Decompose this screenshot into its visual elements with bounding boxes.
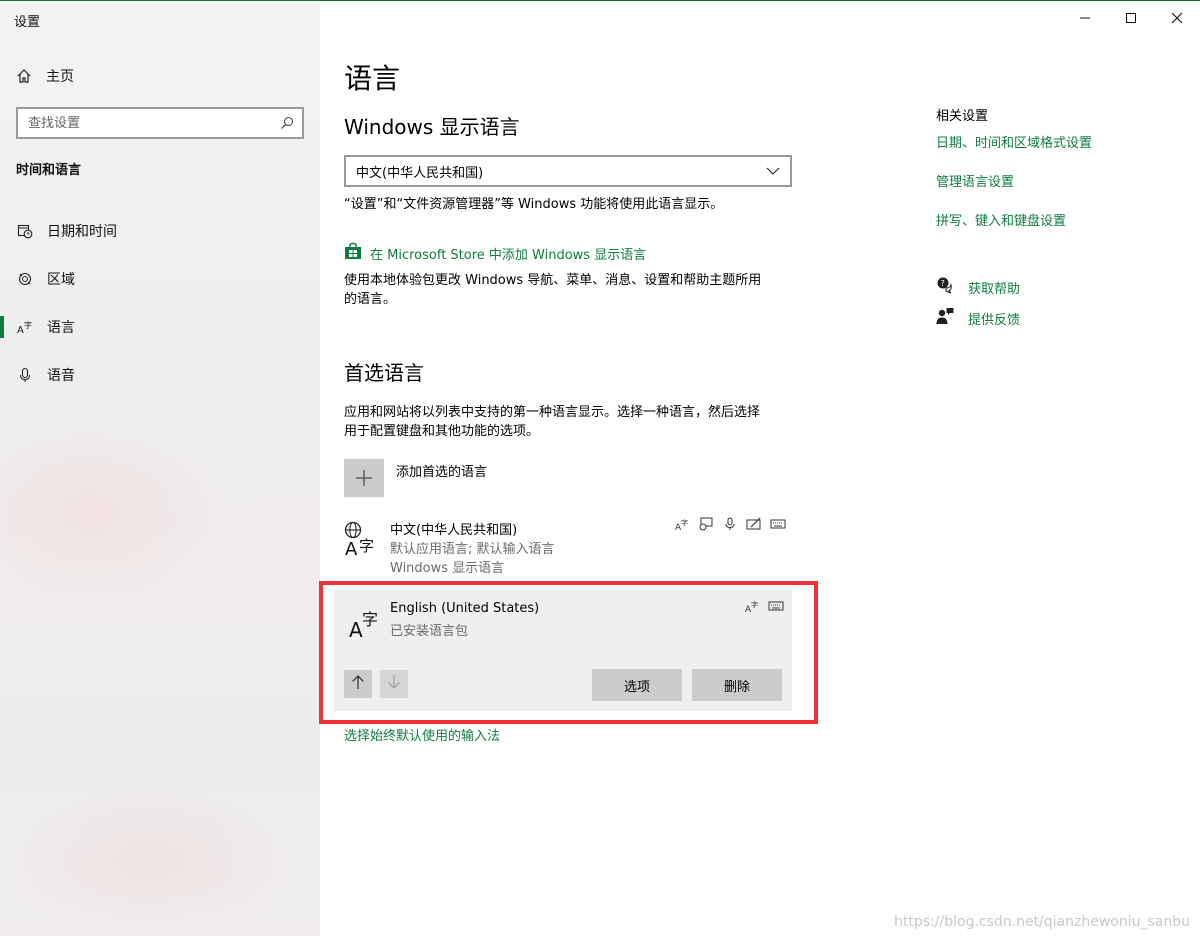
svg-text:A: A <box>349 618 363 639</box>
give-feedback-label: 提供反馈 <box>968 312 1021 328</box>
minimize-button[interactable] <box>1062 1 1108 35</box>
plus-icon <box>344 459 384 497</box>
give-feedback-link[interactable]: 提供反馈 <box>936 307 1020 329</box>
sidebar-item-date-time[interactable]: 日期和时间 <box>0 207 320 255</box>
svg-text:?: ? <box>941 279 945 288</box>
related-link-manage-language[interactable]: 管理语言设置 <box>936 171 1014 190</box>
svg-text:字: 字 <box>751 600 758 609</box>
sidebar: 设置 主页 时间和语言 日期和时间 <box>0 1 320 936</box>
move-up-button[interactable] <box>344 670 372 698</box>
options-button[interactable]: 选项 <box>592 669 682 701</box>
close-button[interactable] <box>1154 1 1200 35</box>
language-pack-icon: A字 <box>674 517 690 531</box>
feedback-person-icon <box>936 307 954 329</box>
sidebar-item-language[interactable]: A字 语言 <box>0 303 320 351</box>
language-detail: 默认应用语言; 默认输入语言 <box>390 542 555 557</box>
get-help-link[interactable]: ? 获取帮助 <box>936 276 1020 298</box>
display-language-description: “设置”和“文件资源管理器”等 Windows 功能将使用此语言显示。 <box>344 197 724 212</box>
store-description-line1: 使用本地体验包更改 Windows 导航、菜单、消息、设置和帮助主题所用 <box>344 273 762 288</box>
sidebar-item-label: 日期和时间 <box>47 224 117 240</box>
language-pack-icon: A字 <box>744 599 760 613</box>
speech-recognition-icon <box>722 517 738 531</box>
svg-text:A: A <box>345 539 358 557</box>
app-title: 设置 <box>14 15 41 30</box>
svg-text:A: A <box>17 325 24 335</box>
add-language-button[interactable]: 添加首选的语言 <box>344 459 487 497</box>
store-description-line2: 的语言。 <box>344 292 397 307</box>
home-nav-item[interactable]: 主页 <box>16 65 74 87</box>
related-settings-heading: 相关设置 <box>936 109 989 124</box>
svg-text:字: 字 <box>359 537 374 555</box>
display-language-heading: Windows 显示语言 <box>344 115 520 139</box>
text-to-speech-icon <box>698 517 714 531</box>
sidebar-item-region[interactable]: 区域 <box>0 255 320 303</box>
language-features: A字 <box>744 599 784 613</box>
language-detail: Windows 显示语言 <box>390 561 505 576</box>
microphone-icon <box>17 367 33 383</box>
get-help-label: 获取帮助 <box>968 281 1021 297</box>
svg-text:字: 字 <box>24 320 32 330</box>
calendar-clock-icon <box>17 223 33 239</box>
store-bag-icon <box>344 242 362 264</box>
home-icon <box>16 68 32 84</box>
sidebar-item-label: 区域 <box>47 272 75 288</box>
store-link[interactable]: 在 Microsoft Store 中添加 Windows 显示语言 <box>344 242 646 264</box>
arrow-down-icon <box>387 674 401 694</box>
list-item-language-en[interactable]: A 字 English (United States) 已安装语言包 A字 选项… <box>334 589 792 711</box>
add-language-label: 添加首选的语言 <box>396 465 488 480</box>
language-features: A字 <box>674 517 786 531</box>
preferred-description-line1: 应用和网站将以列表中支持的第一种语言显示。选择一种语言，然后选择 <box>344 405 761 420</box>
section-title: 时间和语言 <box>16 163 82 178</box>
keyboard-icon <box>768 599 784 613</box>
help-chat-icon: ? <box>936 276 954 298</box>
page-title: 语言 <box>344 62 401 95</box>
search-box[interactable] <box>16 107 304 139</box>
watermark: https://blog.csdn.net/qianzhewoniu_sanbu <box>894 914 1190 930</box>
move-down-button[interactable] <box>380 670 408 698</box>
home-label: 主页 <box>46 69 74 85</box>
arrow-up-icon <box>351 674 365 694</box>
display-language-icon: A 字 <box>344 521 380 560</box>
keyboard-icon <box>770 517 786 531</box>
search-icon[interactable] <box>280 116 294 130</box>
handwriting-icon <box>746 517 762 531</box>
chevron-down-icon <box>766 164 780 179</box>
svg-text:字: 字 <box>362 610 378 629</box>
preferred-language-heading: 首选语言 <box>344 361 424 385</box>
main-content: 语言 Windows 显示语言 中文(中华人民共和国) “设置”和“文件资源管理… <box>334 1 904 936</box>
language-icon: A字 <box>17 319 33 335</box>
globe-region-icon <box>17 271 33 287</box>
language-detail: 已安装语言包 <box>390 624 469 639</box>
language-name: 中文(中华人民共和国) <box>390 523 518 538</box>
preferred-description-line2: 用于配置键盘和其他功能的选项。 <box>344 424 540 439</box>
dropdown-value: 中文(中华人民共和国) <box>356 165 484 181</box>
maximize-button[interactable] <box>1108 1 1154 35</box>
store-link-label[interactable]: 在 Microsoft Store 中添加 Windows 显示语言 <box>370 244 646 263</box>
window-controls <box>1062 1 1200 35</box>
svg-text:字: 字 <box>681 518 688 527</box>
language-name: English (United States) <box>390 601 540 616</box>
language-icon: A 字 <box>348 603 384 642</box>
related-link-date-region-format[interactable]: 日期、时间和区域格式设置 <box>936 132 1092 151</box>
related-link-spelling-typing[interactable]: 拼写、键入和键盘设置 <box>936 210 1066 229</box>
search-input[interactable] <box>28 115 280 131</box>
sidebar-item-label: 语言 <box>47 320 75 336</box>
display-language-dropdown[interactable]: 中文(中华人民共和国) <box>344 155 792 187</box>
default-ime-link[interactable]: 选择始终默认使用的输入法 <box>344 727 500 746</box>
list-item-language-zh[interactable]: A 字 中文(中华人民共和国) 默认应用语言; 默认输入语言 Windows 显… <box>344 517 792 579</box>
nav-list: 日期和时间 区域 A字 语言 语音 <box>0 207 320 399</box>
remove-button[interactable]: 删除 <box>692 669 782 701</box>
sidebar-item-speech[interactable]: 语音 <box>0 351 320 399</box>
sidebar-item-label: 语音 <box>47 368 75 384</box>
settings-window: 设置 主页 时间和语言 日期和时间 <box>0 0 1200 936</box>
